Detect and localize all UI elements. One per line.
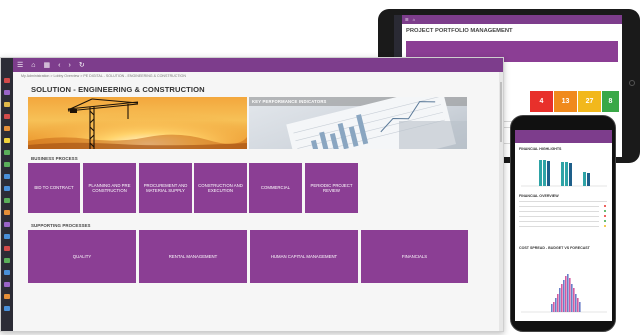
- phone-screen: FINANCIAL HIGHLIGHTS FINANCIAL OVERVIEW: [515, 130, 612, 321]
- phone-device: FINANCIAL HIGHLIGHTS FINANCIAL OVERVIEW: [510, 115, 616, 332]
- kpi-chart-illustration: [249, 97, 467, 149]
- table-row: [519, 221, 599, 223]
- sidebar-icon[interactable]: [4, 282, 10, 287]
- sidebar-icon[interactable]: [4, 138, 10, 143]
- sidebar-icon[interactable]: [4, 306, 10, 311]
- status-dot: [604, 220, 606, 222]
- table-row: [519, 211, 599, 213]
- tile-human-capital-management[interactable]: HUMAN CAPITAL MANAGEMENT: [250, 230, 358, 283]
- sidebar-icon[interactable]: [4, 222, 10, 227]
- tile-commercial[interactable]: COMMERCIAL: [249, 163, 302, 213]
- kpi-box-orange: 13: [554, 91, 577, 112]
- status-dot: [604, 210, 606, 212]
- grid-icon[interactable]: ▦: [44, 62, 51, 69]
- table-row: [519, 201, 607, 203]
- sidebar-icon[interactable]: [4, 210, 10, 215]
- forward-icon[interactable]: ›: [68, 62, 70, 69]
- main-browser-window: ☰ ⌂ ▦ ‹ › ↻ My Administration > Lobby Ov…: [0, 57, 504, 332]
- sidebar-icon[interactable]: [4, 78, 10, 83]
- home-icon[interactable]: ⌂: [413, 17, 415, 22]
- composite-stage: ☰ ⌂ PROJECT PORTFOLIO MANAGEMENT 4 13 27…: [0, 0, 640, 335]
- page-title: SOLUTION - ENGINEERING & CONSTRUCTION: [31, 85, 205, 94]
- tile-quality[interactable]: QUALITY: [28, 230, 136, 283]
- supporting-processes-heading: SUPPORTING PROCESSES: [31, 223, 91, 228]
- status-dot: [604, 205, 606, 207]
- sidebar-icon[interactable]: [4, 270, 10, 275]
- tablet-page-title: PROJECT PORTFOLIO MANAGEMENT: [406, 28, 513, 34]
- kpi-box-red: 4: [530, 91, 553, 112]
- kpi-box-green: 8: [602, 91, 619, 112]
- table-row: [519, 216, 599, 218]
- app-topbar: ☰ ⌂ ▦ ‹ › ↻: [13, 58, 503, 72]
- construction-banner-image: [28, 97, 247, 149]
- table-row: [519, 226, 599, 228]
- sidebar-icon[interactable]: [4, 258, 10, 263]
- sidebar-icon[interactable]: [4, 90, 10, 95]
- sidebar-icon[interactable]: [4, 234, 10, 239]
- financial-overview-heading: FINANCIAL OVERVIEW: [519, 194, 559, 198]
- table-row: [519, 206, 599, 208]
- kpi-banner-label: KEY PERFORMANCE INDICATORS: [252, 99, 327, 104]
- tile-rental-management[interactable]: RENTAL MANAGEMENT: [139, 230, 247, 283]
- vertical-scrollbar[interactable]: [499, 72, 503, 331]
- menu-icon[interactable]: ☰: [17, 62, 23, 69]
- status-dot: [604, 225, 606, 227]
- phone-topbar: [515, 130, 612, 143]
- sidebar-icon[interactable]: [4, 246, 10, 251]
- financial-highlights-heading: FINANCIAL HIGHLIGHTS: [519, 147, 562, 151]
- kpi-box-yellow: 27: [578, 91, 601, 112]
- sidebar-icon[interactable]: [4, 114, 10, 119]
- status-dot: [604, 215, 606, 217]
- sidebar-icon[interactable]: [4, 102, 10, 107]
- tile-construction-execution[interactable]: CONSTRUCTION AND EXECUTION: [194, 163, 247, 213]
- menu-icon[interactable]: ☰: [405, 17, 409, 22]
- business-process-heading: BUSINESS PROCESS: [31, 156, 78, 161]
- sidebar-icon[interactable]: [4, 126, 10, 131]
- refresh-icon[interactable]: ↻: [79, 62, 85, 69]
- tile-planning-pre-construction[interactable]: PLANNING AND PRE CONSTRUCTION: [83, 163, 136, 213]
- sidebar-icon[interactable]: [4, 174, 10, 179]
- cost-spread-chart: [521, 274, 607, 313]
- sidebar-icon[interactable]: [4, 186, 10, 191]
- tile-bid-to-contract[interactable]: BID TO CONTRACT: [28, 163, 80, 213]
- sidebar-icon[interactable]: [4, 150, 10, 155]
- left-sidebar: [1, 58, 13, 331]
- financial-highlights-chart: [521, 160, 607, 187]
- home-icon[interactable]: ⌂: [31, 62, 35, 69]
- tile-periodic-project-review[interactable]: PERIODIC PROJECT REVIEW: [305, 163, 358, 213]
- sidebar-icon[interactable]: [4, 294, 10, 299]
- sidebar-icon[interactable]: [4, 162, 10, 167]
- back-icon[interactable]: ‹: [58, 62, 60, 69]
- kpi-banner-image: KEY PERFORMANCE INDICATORS: [249, 97, 467, 149]
- cost-spread-heading: COST SPREAD - BUDGET VS FORECAST: [519, 246, 590, 250]
- scrollbar-thumb[interactable]: [500, 82, 502, 142]
- breadcrumb[interactable]: My Administration > Lobby Overview > PE …: [21, 74, 186, 78]
- tablet-home-button: [629, 80, 635, 86]
- tablet-topbar: ☰ ⌂: [402, 15, 622, 24]
- crane-illustration: [28, 97, 247, 149]
- tile-financials[interactable]: FINANCIALS: [361, 230, 468, 283]
- tile-procurement-material-supply[interactable]: PROCUREMENT AND MATERIAL SUPPLY: [139, 163, 192, 213]
- sidebar-icon[interactable]: [4, 198, 10, 203]
